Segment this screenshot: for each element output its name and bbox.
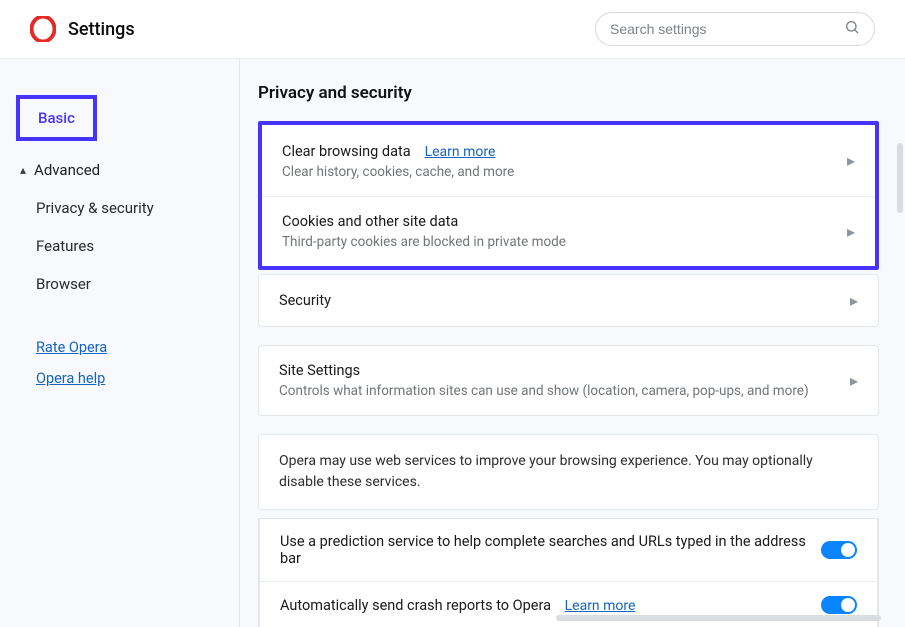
scrollbar-horizontal[interactable] — [556, 615, 881, 621]
row-security[interactable]: Security ▸ — [259, 275, 878, 326]
row-cookies[interactable]: Cookies and other site data Third-party … — [262, 196, 875, 266]
toggle-label: Use a prediction service to help complet… — [280, 533, 806, 567]
search-input[interactable] — [610, 21, 844, 37]
sidebar: Basic ▴ Advanced Privacy & security Feat… — [0, 59, 240, 627]
row-clear-browsing-data[interactable]: Clear browsing data Learn more Clear his… — [262, 125, 875, 196]
sidebar-advanced-label: Advanced — [34, 161, 100, 179]
row-title: Clear browsing data — [282, 143, 411, 160]
info-text: Opera may use web services to improve yo… — [258, 434, 879, 510]
search-container[interactable] — [595, 12, 875, 46]
chevron-right-icon: ▸ — [850, 291, 858, 310]
page-title: Settings — [68, 19, 135, 40]
toggle-label: Automatically send crash reports to Oper… — [280, 597, 551, 614]
chevron-right-icon: ▸ — [850, 371, 858, 390]
sidebar-item-browser[interactable]: Browser — [0, 265, 239, 303]
toggle-prediction-service: Use a prediction service to help complet… — [259, 519, 878, 582]
sidebar-item-features[interactable]: Features — [0, 227, 239, 265]
toggle-switch[interactable] — [821, 541, 857, 559]
caret-up-icon: ▴ — [20, 163, 26, 177]
row-title: Cookies and other site data — [282, 213, 835, 230]
learn-more-link[interactable]: Learn more — [425, 144, 496, 160]
row-subtitle: Third-party cookies are blocked in priva… — [282, 234, 835, 250]
chevron-right-icon: ▸ — [847, 222, 855, 241]
opera-logo-icon — [30, 16, 56, 42]
rate-opera-link[interactable]: Rate Opera — [36, 339, 239, 356]
highlighted-group: Clear browsing data Learn more Clear his… — [258, 121, 879, 270]
header: Settings — [0, 0, 905, 59]
row-title: Site Settings — [279, 362, 838, 379]
sidebar-item-privacy[interactable]: Privacy & security — [0, 189, 239, 227]
scrollbar-vertical[interactable] — [897, 143, 903, 213]
row-title: Security — [279, 292, 838, 309]
section-heading: Privacy and security — [258, 83, 879, 103]
opera-help-link[interactable]: Opera help — [36, 370, 239, 387]
row-site-settings[interactable]: Site Settings Controls what information … — [259, 346, 878, 415]
content-area: Privacy and security Clear browsing data… — [240, 59, 905, 627]
search-icon — [844, 19, 860, 39]
sidebar-item-advanced[interactable]: ▴ Advanced — [0, 151, 239, 189]
row-subtitle: Controls what information sites can use … — [279, 383, 838, 399]
toggle-switch[interactable] — [821, 596, 857, 614]
sidebar-item-basic[interactable]: Basic — [16, 95, 97, 141]
learn-more-link[interactable]: Learn more — [565, 598, 636, 614]
chevron-right-icon: ▸ — [847, 151, 855, 170]
row-subtitle: Clear history, cookies, cache, and more — [282, 164, 835, 180]
